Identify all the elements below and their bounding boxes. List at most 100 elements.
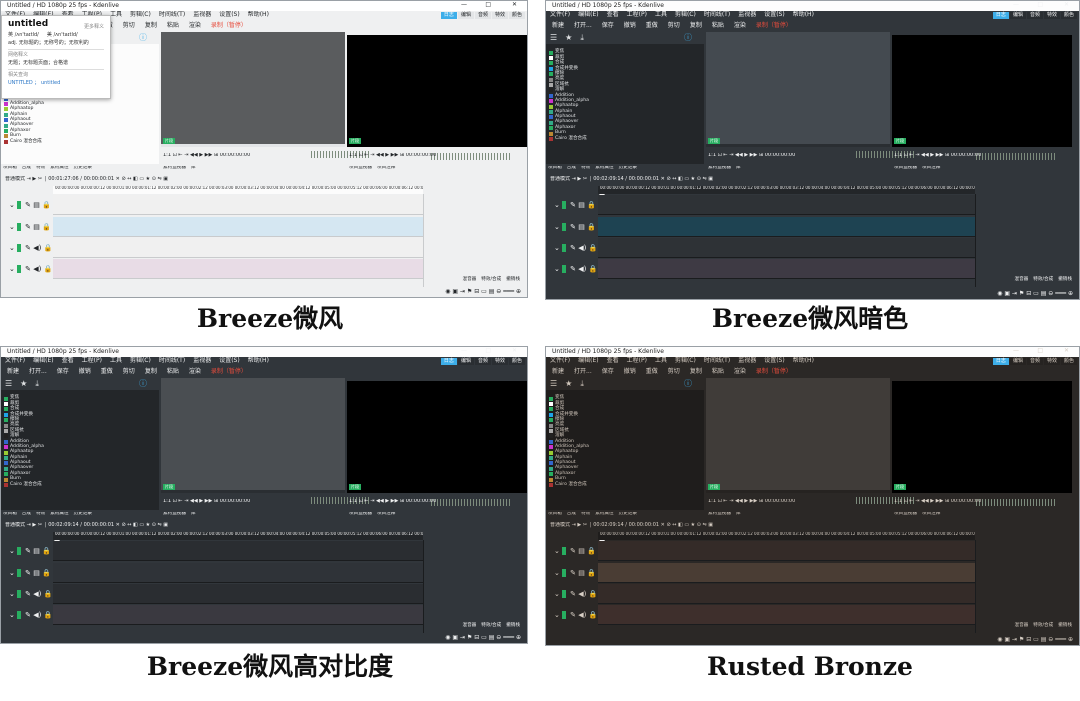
clip-timecode[interactable]: 00:00:00:00 [220,499,251,504]
workspace-tab[interactable]: 音频 [1026,12,1043,19]
dock-tab[interactable]: 素材属性 [595,166,613,170]
copy-button[interactable]: 复制 [690,368,702,375]
pronunciation-us[interactable]: 美 /ʌn'taɪtld/ [47,32,78,38]
clip-timecode[interactable]: 00:00:00:00 [765,153,796,158]
dock-tab[interactable]: 合成 [567,166,576,170]
menu-icon[interactable]: ☰ [5,379,12,388]
workspace-tab[interactable]: 日志 [440,12,457,19]
timeline-track[interactable]: ⌄ ✎ ◀) 🔒 [546,584,975,604]
zoom-select[interactable]: 1:1 [163,153,171,158]
track-target-icon[interactable] [17,611,22,619]
transport-icons[interactable]: ⊡ ⇤ ⇥ ◀◀ ▶ ▶▶ ⊞ [357,153,406,158]
render-button[interactable]: 渲染 [189,368,201,375]
popup-more-link[interactable]: 更多释义 [84,25,104,30]
edit-icon[interactable]: ✎ [25,569,33,577]
record-button[interactable]: 录制（暂停） [211,22,247,29]
paste-button[interactable]: 粘贴 [167,368,179,375]
dock-tab[interactable]: 撤销栈 [1058,623,1072,628]
dock-tab[interactable]: 素材属性 [595,512,613,516]
chevron-down-icon[interactable]: ⌄ [554,590,562,598]
info-icon[interactable]: ⓘ [684,34,692,42]
workspace-tab[interactable]: 颜色 [1060,358,1077,365]
track-target-icon[interactable] [562,223,567,231]
lock-icon[interactable]: 🔒 [589,590,598,598]
workspace-tab[interactable]: 颜色 [508,358,525,365]
record-button[interactable]: 录制（暂停） [756,368,792,375]
copy-button[interactable]: 复制 [690,22,702,29]
transport-icons[interactable]: ⊡ ⇤ ⇥ ◀◀ ▶ ▶▶ ⊞ [716,499,765,504]
track-target-icon[interactable] [17,223,22,231]
film-icon[interactable]: ▤ [33,223,42,231]
paste-button[interactable]: 粘贴 [712,368,724,375]
redo-button[interactable]: 重做 [646,368,658,375]
menu-item[interactable]: 剪辑(C) [675,11,696,18]
speaker-icon[interactable]: ◀) [578,265,588,273]
tool-icons[interactable]: ⇥ ▶ ✂ │ [570,522,593,528]
chevron-down-icon[interactable]: ⌄ [554,265,562,273]
timeline-track[interactable]: ⌄ ✎ ◀) 🔒 [546,605,975,625]
tool-icons[interactable]: ⇥ ▶ ✂ │ [570,176,593,182]
star-icon[interactable]: ★ [565,33,572,42]
pronunciation-uk[interactable]: 英 /ʌn'taɪtld/ [8,32,39,38]
dock-tab[interactable]: 历史记录 [619,166,637,170]
chevron-down-icon[interactable]: ⌄ [554,569,562,577]
dock-tab[interactable]: 特效/合成 [481,277,501,282]
lock-icon[interactable]: 🔒 [44,611,53,619]
timeline-track[interactable]: ⌄ ✎ ▤ 🔒 [1,541,423,561]
render-button[interactable]: 渲染 [734,368,746,375]
download-icon[interactable]: ⤓ [35,379,39,388]
chevron-down-icon[interactable]: ⌄ [9,265,17,273]
edit-icons[interactable]: ✕ ⊘ ↔ ◧ ▭ ★ ⊙ ⇋ ▣ [659,522,713,528]
dock-tab[interactable]: 特效/合成 [1033,623,1053,628]
workspace-tab[interactable]: 颜色 [508,12,525,19]
dock-tab[interactable]: 特效 [581,166,590,170]
project-timecode[interactable]: 00:00:00:00 [951,499,982,504]
dock-tab[interactable]: 撤销栈 [506,623,520,628]
zoom-select[interactable]: 1:1 [349,153,357,158]
workspace-tab[interactable]: 颜色 [1060,12,1077,19]
close-icon[interactable]: ✕ [512,348,517,354]
menu-item[interactable]: 文件(F) [550,11,570,18]
lock-icon[interactable]: 🔒 [44,265,53,273]
timeline-track[interactable]: ⌄ ✎ ◀) 🔒 [1,238,423,258]
menu-item[interactable]: 剪辑(C) [130,11,151,18]
menu-item[interactable]: 编辑(E) [578,357,598,364]
star-icon[interactable]: ★ [565,379,572,388]
dock-tab[interactable]: 库 [191,512,196,516]
menu-item[interactable]: 时间线(T) [704,357,730,364]
undo-button[interactable]: 撤销 [624,368,636,375]
record-button[interactable]: 录制（暂停） [211,368,247,375]
menu-item[interactable]: 时间线(T) [159,11,185,18]
zoom-select[interactable]: 1:1 [894,153,902,158]
timeline-track[interactable]: ⌄ ✎ ▤ 🔒 [546,541,975,561]
edit-icon[interactable]: ✎ [570,590,578,598]
edit-icon[interactable]: ✎ [25,611,33,619]
open-button[interactable]: 打开... [574,368,592,375]
speaker-icon[interactable]: ◀) [578,590,588,598]
chevron-down-icon[interactable]: ⌄ [554,201,562,209]
workspace-tab[interactable]: 编辑 [1009,358,1026,365]
list-item[interactable]: Cairo 混合合成 [549,136,701,141]
new-button[interactable]: 新建 [552,368,564,375]
menu-item[interactable]: 帮助(H) [793,11,814,18]
lock-icon[interactable]: 🔒 [589,244,598,252]
new-button[interactable]: 新建 [7,368,19,375]
clip-monitor[interactable]: 片段 [706,378,890,493]
speaker-icon[interactable]: ◀) [33,244,43,252]
timeline-track[interactable]: ⌄ ✎ ◀) 🔒 [1,259,423,279]
menu-item[interactable]: 监视器 [193,357,211,364]
chevron-down-icon[interactable]: ⌄ [554,244,562,252]
speaker-icon[interactable]: ◀) [33,590,43,598]
transport-icons[interactable]: ⊡ ⇤ ⇥ ◀◀ ▶ ▶▶ ⊞ [171,153,220,158]
dock-tab[interactable]: 混音器 [1014,623,1028,628]
minimize-icon[interactable]: — [1013,2,1019,8]
redo-button[interactable]: 重做 [646,22,658,29]
menu-icon[interactable]: ☰ [550,379,557,388]
timeline-track[interactable]: ⌄ ✎ ◀) 🔒 [1,605,423,625]
speaker-icon[interactable]: ◀) [578,611,588,619]
mode-select[interactable]: 普通模式 [550,176,570,182]
menu-item[interactable]: 设置(S) [219,357,240,364]
track-target-icon[interactable] [17,244,22,252]
dock-tab[interactable]: 库 [736,512,741,516]
edit-icon[interactable]: ✎ [570,569,578,577]
